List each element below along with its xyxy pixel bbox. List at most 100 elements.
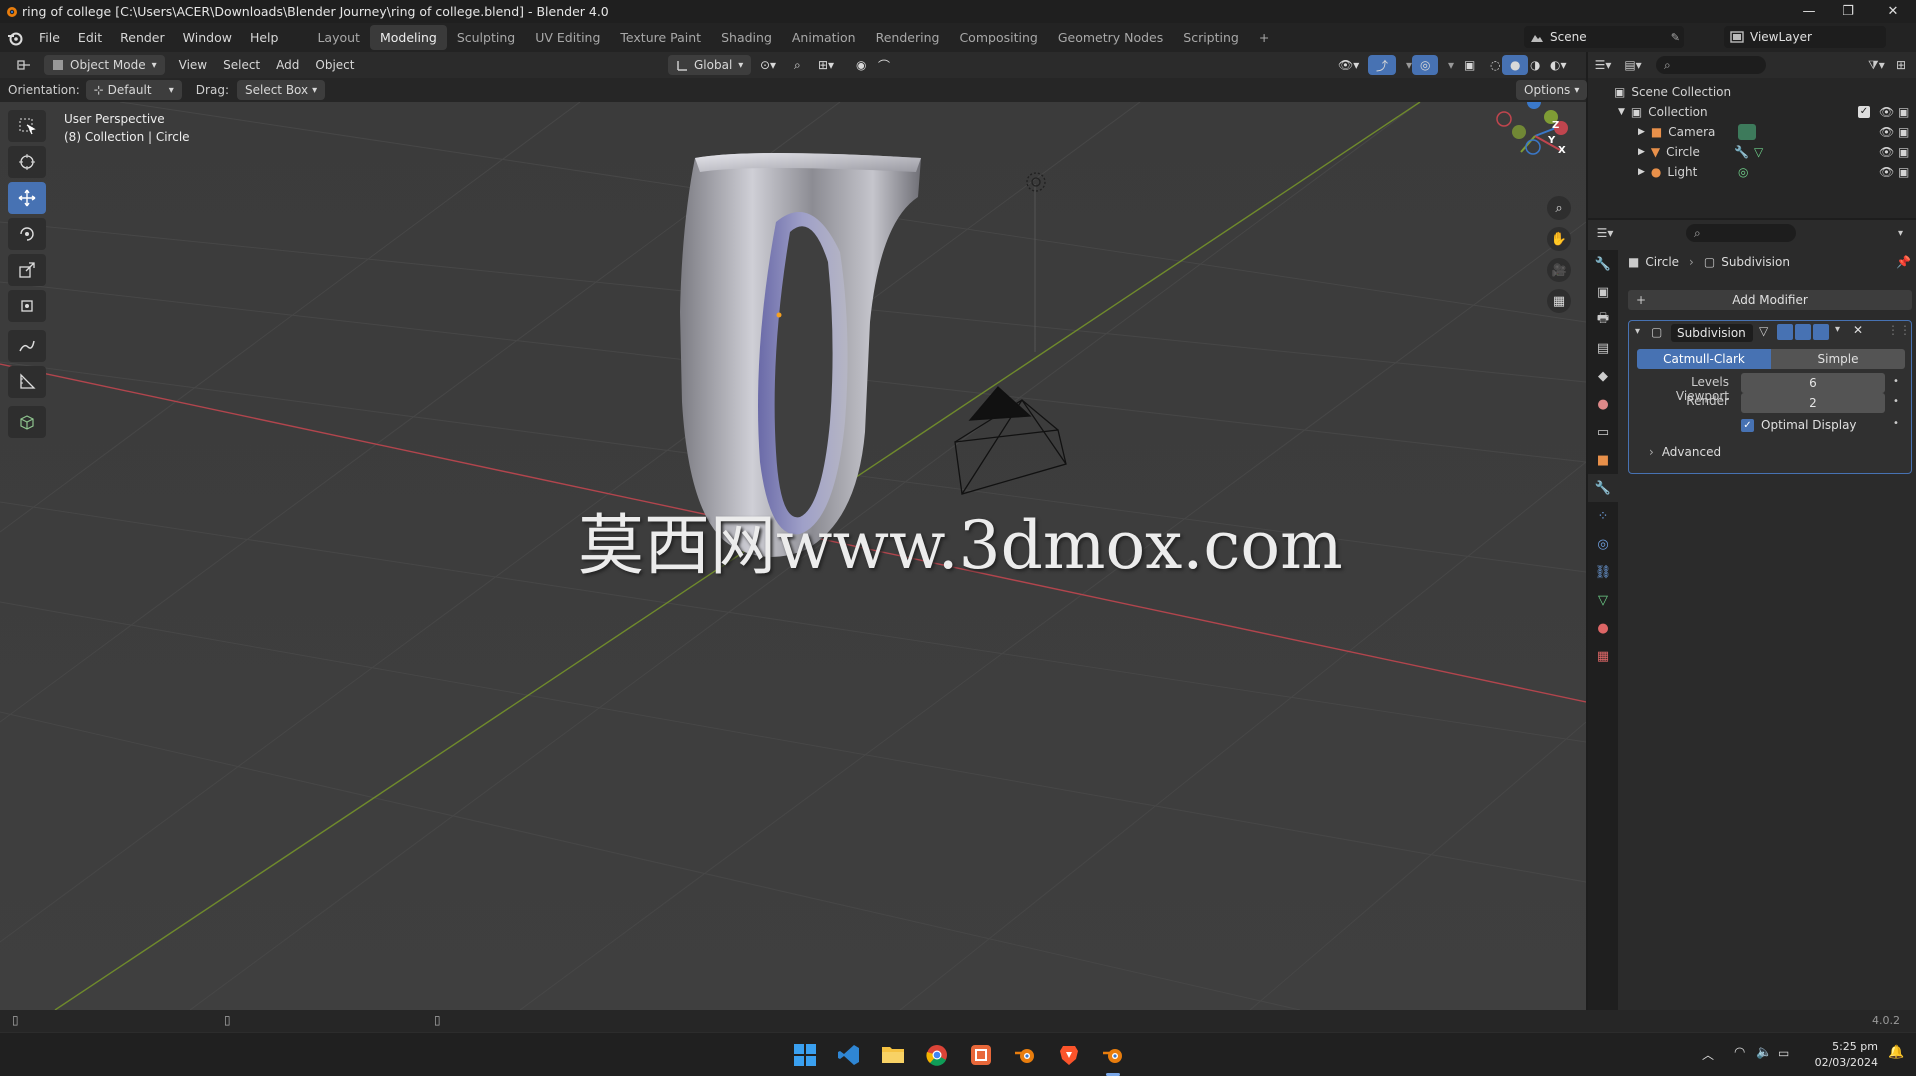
menu-render[interactable]: Render [111, 30, 174, 45]
close-button[interactable]: ✕ [1870, 0, 1916, 23]
vscode-icon[interactable] [838, 1044, 860, 1069]
blender-active-taskbar-icon[interactable] [1102, 1044, 1124, 1069]
object-menu[interactable]: Object [307, 55, 362, 75]
collection-tab-icon[interactable]: ▭ [1588, 418, 1618, 446]
app-orange-icon[interactable] [970, 1044, 992, 1069]
object-tab-icon[interactable]: ■ [1588, 446, 1618, 474]
outliner-row-circle[interactable]: ▶ ▼ Circle 🔧 ▽ 👁 ▣ [1588, 142, 1916, 162]
blender-menu-icon[interactable] [0, 26, 30, 50]
eye-icon[interactable]: 👁 [1879, 145, 1894, 159]
camera-render-icon[interactable]: ▣ [1898, 165, 1909, 179]
rendered-shading-icon[interactable]: ◐▾ [1542, 55, 1575, 75]
clock[interactable]: 5:25 pm 02/03/2024 [1808, 1039, 1878, 1071]
drag-dropdown[interactable]: Select Box ▾ [236, 80, 326, 100]
tab-shading[interactable]: Shading [711, 25, 782, 50]
falloff-icon[interactable]: ⌒ [870, 55, 898, 75]
edit-mode-toggle-icon[interactable]: ▽ [1759, 324, 1768, 338]
pan-hand-icon[interactable]: ✋ [1547, 227, 1571, 251]
options-dropdown[interactable]: Options ▾ [1516, 80, 1588, 100]
eye-icon[interactable]: 👁 [1879, 105, 1894, 119]
tab-scripting[interactable]: Scripting [1173, 25, 1249, 50]
brave-icon[interactable] [1058, 1044, 1080, 1069]
zoom-icon[interactable]: ⌕ [1547, 196, 1571, 220]
annotate-tool-icon[interactable] [8, 330, 46, 362]
select-menu[interactable]: Select [215, 55, 268, 75]
volume-icon[interactable]: 🔈 [1756, 1045, 1772, 1060]
chevron-up-icon[interactable]: ︿ [1702, 1046, 1714, 1063]
texture-tab-icon[interactable]: ▦ [1588, 642, 1618, 670]
pin-icon[interactable]: ✎ [1671, 31, 1680, 44]
keyframe-dot-icon[interactable]: • [1893, 418, 1899, 429]
camera-render-icon[interactable]: ▣ [1898, 125, 1909, 139]
scale-tool-icon[interactable] [8, 254, 46, 286]
select-box-tool-icon[interactable] [8, 110, 46, 142]
output-tab-icon[interactable]: 🖶 [1588, 306, 1618, 334]
tab-modeling[interactable]: Modeling [369, 25, 447, 50]
blender-taskbar-icon[interactable] [1014, 1044, 1036, 1069]
tab-animation[interactable]: Animation [782, 25, 866, 50]
outliner-row-collection[interactable]: ▼ ▣ Collection ✓ 👁 ▣ [1588, 102, 1916, 122]
modifier-tab-icon[interactable]: 🔧 [1588, 474, 1618, 502]
outliner-row-light[interactable]: ▶ ● Light ◎ 👁 ▣ [1588, 162, 1916, 182]
wifi-icon[interactable]: ◠ [1734, 1045, 1745, 1060]
camera-data-icon[interactable] [1738, 124, 1756, 140]
remove-modifier-icon[interactable]: ✕ [1853, 323, 1863, 337]
scene-tab-icon[interactable]: ◆ [1588, 362, 1618, 390]
outliner-editor-icon[interactable]: ☰▾ [1588, 58, 1618, 72]
menu-edit[interactable]: Edit [69, 30, 111, 45]
particles-tab-icon[interactable]: ⁘ [1588, 502, 1618, 530]
pin-icon[interactable]: 📌 [1896, 255, 1911, 269]
light-data-icon[interactable]: ◎ [1738, 165, 1748, 179]
keyframe-dot-icon[interactable]: • [1893, 376, 1899, 387]
orientation-dropdown[interactable]: ⊹ Default ▾ [85, 80, 182, 100]
tab-texture-paint[interactable]: Texture Paint [610, 25, 711, 50]
collapse-icon[interactable]: ▼ [1618, 107, 1625, 117]
3d-viewport[interactable]: User Perspective (8) Collection | Circle… [0, 102, 1586, 1010]
filter-icon[interactable]: ⧩▾ [1868, 58, 1885, 73]
modifier-menu-icon[interactable]: ▾ [1835, 324, 1840, 335]
physics-tab-icon[interactable]: ◎ [1588, 530, 1618, 558]
eye-icon[interactable]: 👁 [1879, 125, 1894, 139]
world-tab-icon[interactable]: ● [1588, 390, 1618, 418]
advanced-subpanel-header[interactable]: › Advanced [1637, 441, 1905, 463]
measure-tool-icon[interactable] [8, 366, 46, 398]
add-cube-tool-icon[interactable] [8, 406, 46, 438]
chrome-icon[interactable] [926, 1044, 948, 1069]
snap-icon[interactable]: ⌕ [786, 55, 809, 75]
add-workspace-button[interactable]: + [1249, 25, 1279, 50]
tab-rendering[interactable]: Rendering [866, 25, 950, 50]
transform-orientation-dropdown[interactable]: Global ▾ [668, 55, 752, 75]
cursor-tool-icon[interactable] [8, 146, 46, 178]
outliner-row-scene-collection[interactable]: ▣ Scene Collection [1588, 82, 1916, 102]
modifier-name-input[interactable]: Subdivision [1671, 324, 1753, 342]
panel-collapse-icon[interactable]: ▾ [1635, 326, 1640, 337]
drag-handle-icon[interactable]: ⋮⋮ [1887, 323, 1911, 337]
add-modifier-button[interactable]: + Add Modifier [1628, 290, 1912, 310]
render-tab-icon[interactable]: ▣ [1588, 278, 1618, 306]
outliner-search-input[interactable]: ⌕ [1656, 56, 1766, 74]
camera-view-icon[interactable]: 🎥 [1547, 258, 1571, 282]
tab-layout[interactable]: Layout [307, 25, 370, 50]
exclude-checkbox[interactable]: ✓ [1858, 106, 1870, 118]
battery-icon[interactable]: ▭ [1778, 1046, 1789, 1060]
mesh-data-icon[interactable]: ▽ [1754, 145, 1763, 159]
viewport-toggle-icon[interactable] [1795, 324, 1811, 340]
tab-sculpting[interactable]: Sculpting [447, 25, 525, 50]
eye-icon[interactable]: 👁 [1879, 165, 1894, 179]
menu-window[interactable]: Window [174, 30, 241, 45]
snap-target-icon[interactable]: ⊞▾ [810, 55, 842, 75]
notification-icon[interactable]: 🔔 [1888, 1045, 1904, 1060]
menu-file[interactable]: File [30, 30, 69, 45]
camera-render-icon[interactable]: ▣ [1898, 145, 1909, 159]
scene-selector[interactable]: Scene ✎ [1524, 26, 1684, 48]
expand-icon[interactable]: ▶ [1638, 127, 1645, 137]
tab-geometry-nodes[interactable]: Geometry Nodes [1048, 25, 1173, 50]
catmull-clark-option[interactable]: Catmull-Clark [1637, 349, 1771, 369]
render-toggle-icon[interactable] [1813, 324, 1829, 340]
gizmo-toggle-icon[interactable]: ⤴ [1368, 55, 1397, 75]
overlay-toggle-icon[interactable]: ◎ [1412, 55, 1439, 75]
maximize-button[interactable]: ❐ [1825, 0, 1871, 23]
view-menu[interactable]: View [171, 55, 215, 75]
camera-render-icon[interactable]: ▣ [1898, 105, 1909, 119]
windows-start-icon[interactable] [794, 1044, 816, 1069]
